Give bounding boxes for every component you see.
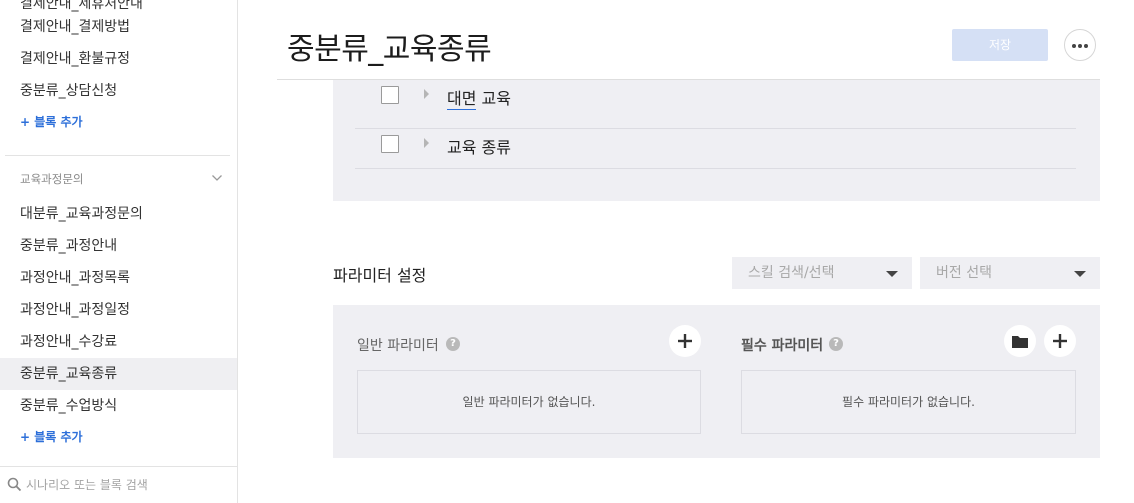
tree-row-label: 교육 종류	[447, 138, 511, 157]
sidebar-item-course-inquiry[interactable]: 대분류_교육과정문의	[0, 198, 237, 230]
skill-select-placeholder: 스킬 검색/선택	[748, 265, 835, 281]
search-icon	[7, 477, 22, 492]
version-select[interactable]: 버전 선택	[920, 257, 1100, 289]
param-panel: 일반 파라미터 ? 일반 파라미터가 없습니다. 필수 파라미터 ? 필수 파라…	[333, 305, 1100, 458]
sidebar-item-course-schedule[interactable]: 과정안내_과정일정	[0, 294, 237, 326]
plus-icon	[678, 334, 692, 348]
sidebar: 결제안내_제휴처안내 결제안내_결제방법 결제안내_환불규정 중분류_상담신청 …	[0, 0, 238, 503]
save-button[interactable]: 저장	[952, 29, 1048, 61]
add-block-button-2[interactable]: + 블록 추가	[20, 428, 83, 445]
sidebar-item-consult-request[interactable]: 중분류_상담신청	[0, 75, 237, 107]
caret-down-icon	[1074, 271, 1086, 277]
row-checkbox[interactable]	[381, 135, 399, 153]
caret-down-icon	[886, 271, 898, 277]
add-required-param-button[interactable]	[1044, 325, 1076, 357]
row-checkbox[interactable]	[381, 86, 399, 104]
sidebar-item-course-list[interactable]: 과정안내_과정목록	[0, 262, 237, 294]
general-param-empty: 일반 파라미터가 없습니다.	[357, 370, 701, 434]
block-tree-panel: 대면 교육 교육 종류	[333, 80, 1100, 201]
caret-right-icon[interactable]	[424, 89, 429, 99]
more-options-button[interactable]	[1064, 29, 1096, 61]
more-dot-icon	[1078, 44, 1082, 48]
more-dot-icon	[1072, 44, 1076, 48]
help-icon[interactable]: ?	[829, 337, 843, 351]
general-param-label: 일반 파라미터	[357, 338, 439, 354]
search-input[interactable]	[26, 475, 226, 495]
param-section-title: 파라미터 설정	[333, 266, 427, 285]
sidebar-search	[0, 466, 237, 503]
required-param-empty: 필수 파라미터가 없습니다.	[741, 370, 1076, 434]
plus-icon	[1053, 334, 1067, 348]
sidebar-item-refund-policy[interactable]: 결제안내_환불규정	[0, 43, 237, 75]
page-header: 중분류_교육종류 저장	[277, 0, 1100, 80]
highlighted-word: 대면	[447, 89, 477, 110]
tree-row[interactable]: 교육 종류	[355, 120, 1076, 169]
help-icon[interactable]: ?	[446, 337, 460, 351]
sidebar-item-tuition[interactable]: 과정안내_수강료	[0, 326, 237, 358]
skill-select[interactable]: 스킬 검색/선택	[732, 257, 912, 289]
tree-row-label: 대면 교육	[447, 85, 511, 110]
page-title: 중분류_교육종류	[287, 32, 492, 67]
add-general-param-button[interactable]	[669, 325, 701, 357]
sidebar-item-education-type[interactable]: 중분류_교육종류	[0, 358, 237, 390]
version-select-placeholder: 버전 선택	[936, 265, 992, 281]
folder-icon	[1012, 336, 1028, 348]
tree-row-label-rest: 교육	[476, 89, 511, 108]
sidebar-group-title[interactable]: 교육과정문의	[20, 171, 83, 187]
chevron-down-icon[interactable]	[211, 172, 223, 184]
sidebar-divider	[5, 155, 230, 156]
sidebar-item-course-guide[interactable]: 중분류_과정안내	[0, 230, 237, 262]
more-dot-icon	[1084, 44, 1088, 48]
folder-button[interactable]	[1004, 325, 1036, 357]
sidebar-item-payment-method[interactable]: 결제안내_결제방법	[0, 11, 237, 43]
caret-right-icon[interactable]	[424, 138, 429, 148]
sidebar-item-class-method[interactable]: 중분류_수업방식	[0, 390, 237, 422]
add-block-button[interactable]: + 블록 추가	[20, 113, 83, 130]
required-param-label: 필수 파라미터	[741, 338, 824, 354]
